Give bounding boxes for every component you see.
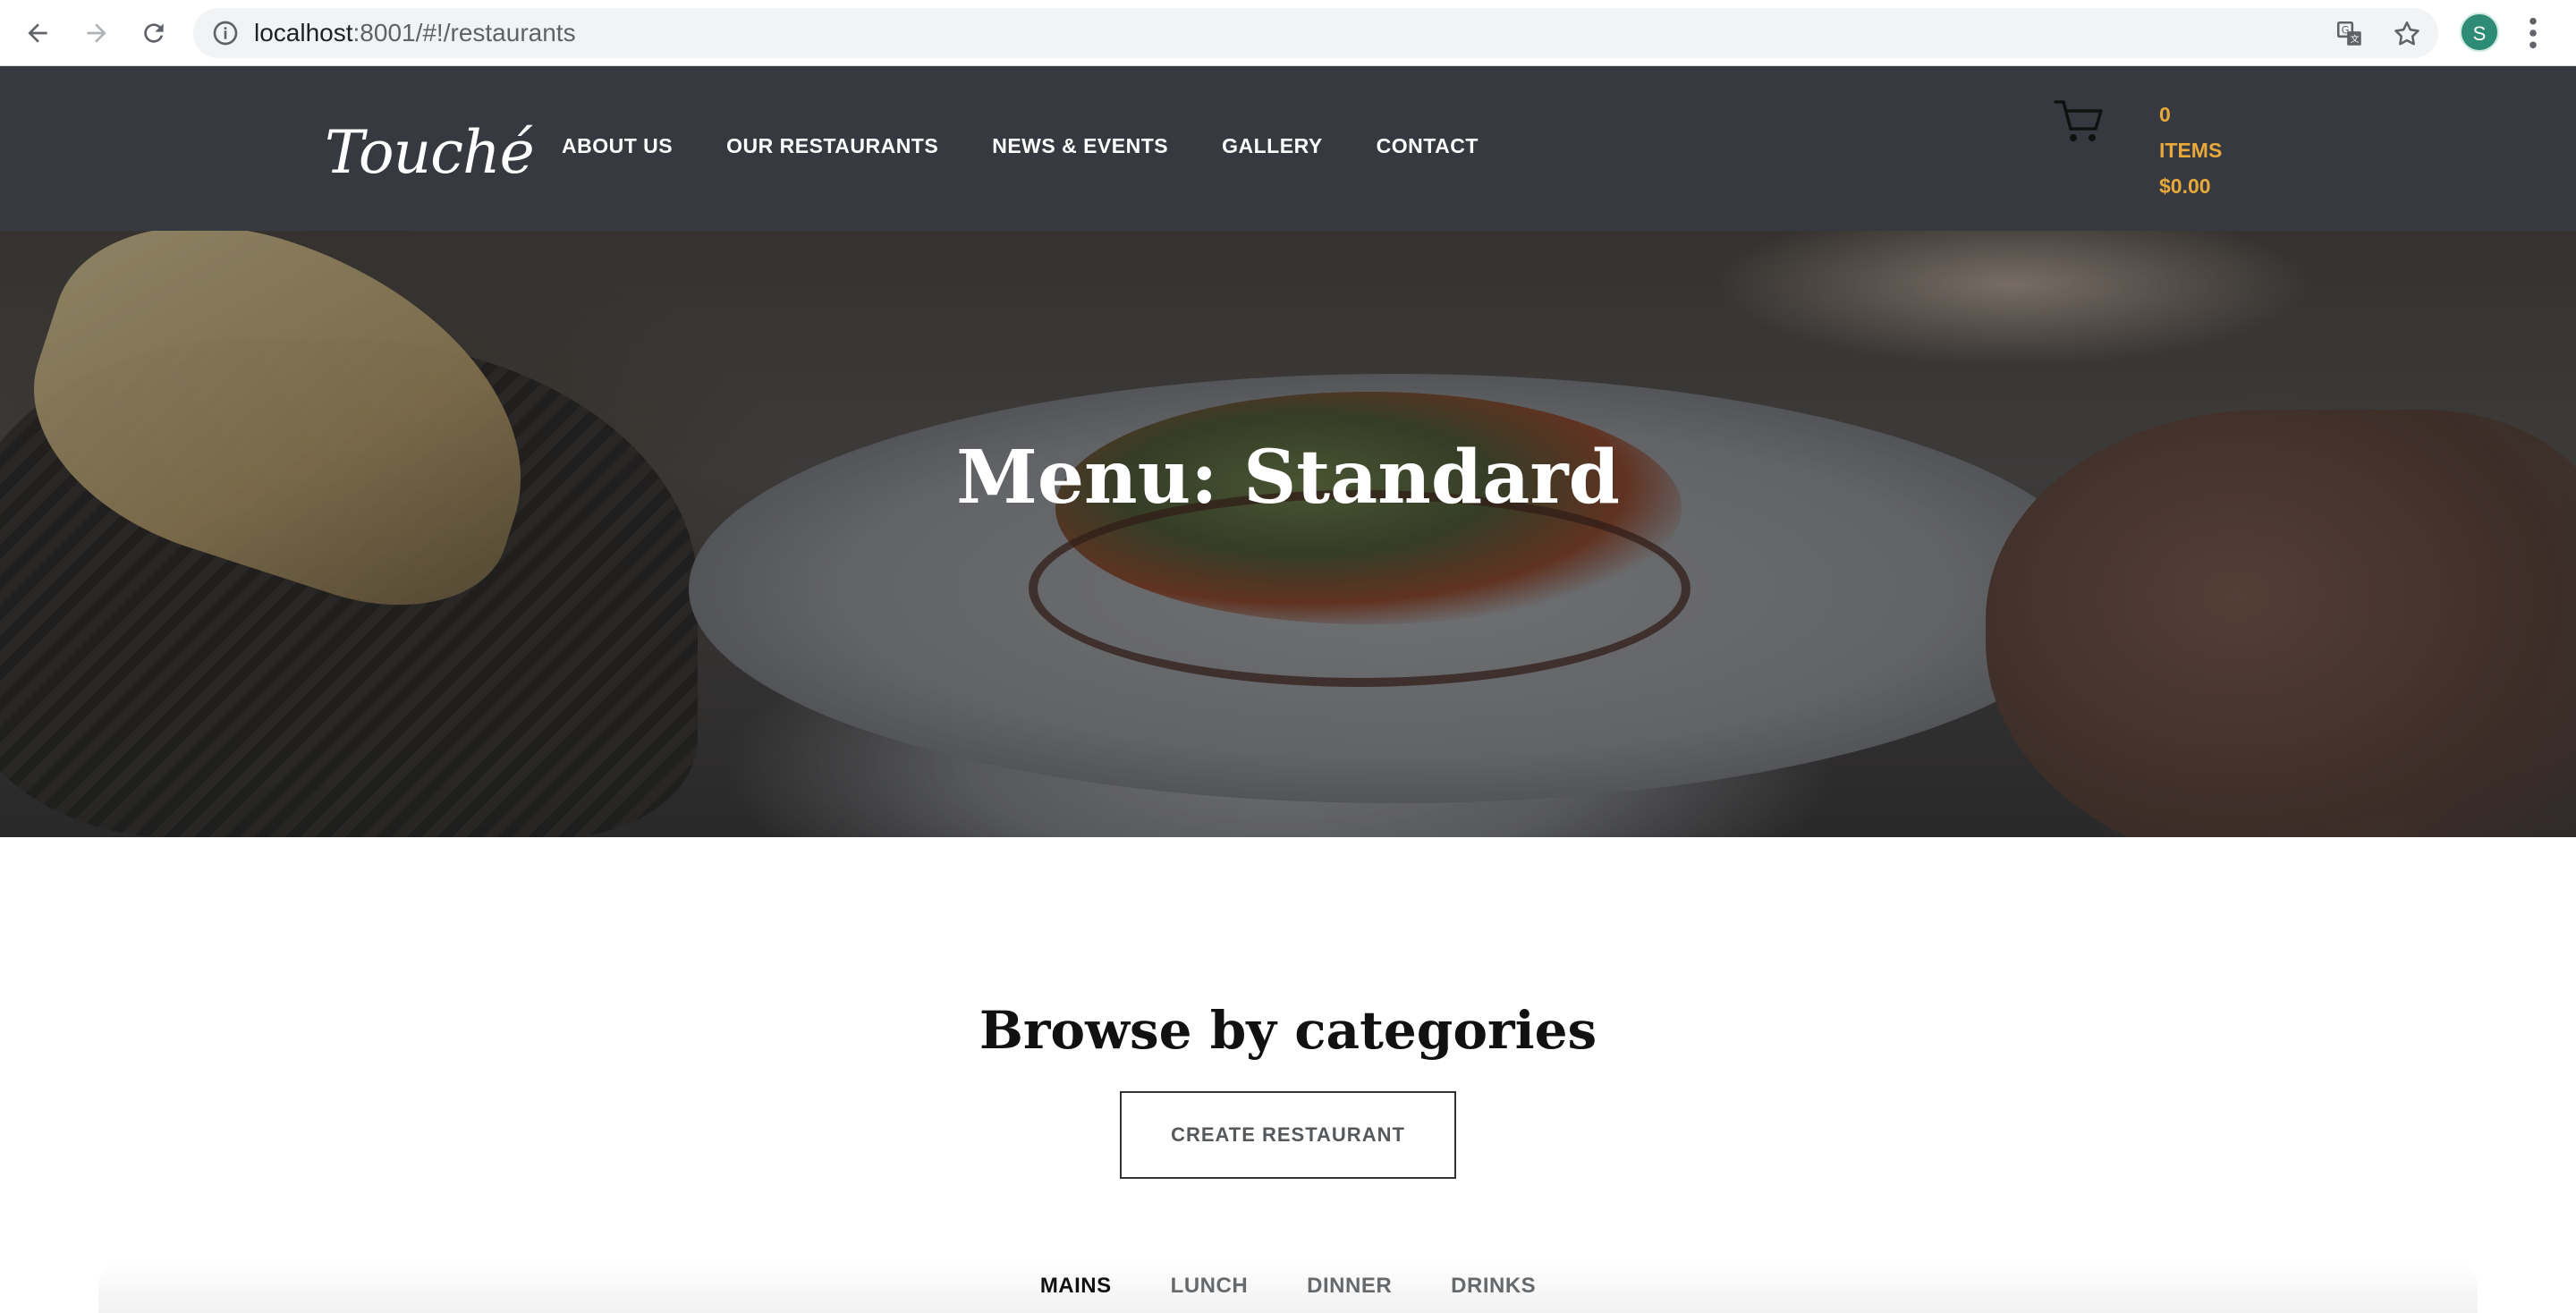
translate-icon[interactable]: G文 bbox=[2334, 19, 2365, 49]
hero-title: Menu: Standard bbox=[956, 435, 1620, 521]
site-logo[interactable]: Touché bbox=[325, 118, 535, 187]
nav-our-restaurants[interactable]: OUR RESTAURANTS bbox=[726, 134, 938, 158]
category-tabs: MAINS LUNCH DINNER DRINKS bbox=[0, 1274, 2576, 1299]
forward-arrow-icon bbox=[87, 23, 106, 43]
nav-gallery[interactable]: GALLERY bbox=[1222, 134, 1323, 158]
tab-lunch[interactable]: LUNCH bbox=[1171, 1274, 1249, 1299]
reload-icon bbox=[144, 23, 164, 43]
star-icon[interactable] bbox=[2392, 19, 2422, 49]
url-text[interactable]: localhost:8001/#!/restaurants bbox=[254, 8, 576, 58]
cart-icon[interactable] bbox=[2054, 97, 2104, 145]
nav-about-us[interactable]: ABOUT US bbox=[562, 134, 673, 158]
back-arrow-icon bbox=[28, 23, 47, 43]
cart-count: 0 bbox=[2159, 103, 2171, 126]
profile-avatar[interactable]: S bbox=[2460, 13, 2499, 52]
back-button[interactable] bbox=[18, 13, 57, 53]
browser-toolbar: localhost:8001/#!/restaurants G文 S bbox=[0, 0, 2576, 66]
nav-news-events[interactable]: NEWS & EVENTS bbox=[992, 134, 1168, 158]
url-path: :8001/#!/restaurants bbox=[352, 19, 576, 47]
reload-button[interactable] bbox=[134, 13, 174, 53]
cart-total: $0.00 bbox=[2159, 174, 2211, 198]
site-header: Touché ABOUT US OUR RESTAURANTS NEWS & E… bbox=[0, 66, 2576, 231]
svg-text:文: 文 bbox=[2351, 33, 2360, 45]
forward-button[interactable] bbox=[77, 13, 116, 53]
create-restaurant-button[interactable]: CREATE RESTAURANT bbox=[1120, 1091, 1456, 1179]
main-nav: ABOUT US OUR RESTAURANTS NEWS & EVENTS G… bbox=[562, 134, 1532, 158]
cart-items-label: ITEMS bbox=[2159, 139, 2223, 162]
hero-overlay bbox=[0, 231, 2576, 837]
tab-mains[interactable]: MAINS bbox=[1040, 1274, 1112, 1299]
tab-dinner[interactable]: DINNER bbox=[1307, 1274, 1392, 1299]
url-host: localhost bbox=[254, 19, 353, 47]
tab-drinks[interactable]: DRINKS bbox=[1451, 1274, 1536, 1299]
nav-contact[interactable]: CONTACT bbox=[1377, 134, 1479, 158]
address-bar[interactable]: localhost:8001/#!/restaurants G文 bbox=[193, 8, 2438, 58]
svg-text:G: G bbox=[2342, 23, 2350, 36]
cart-summary[interactable]: 0 ITEMS $0.00 bbox=[2159, 97, 2222, 204]
hero-banner: Menu: Standard bbox=[0, 231, 2576, 837]
browse-categories-heading: Browse by categories bbox=[979, 1000, 1597, 1061]
kebab-menu-icon[interactable] bbox=[2524, 16, 2542, 50]
info-icon[interactable] bbox=[211, 19, 240, 47]
